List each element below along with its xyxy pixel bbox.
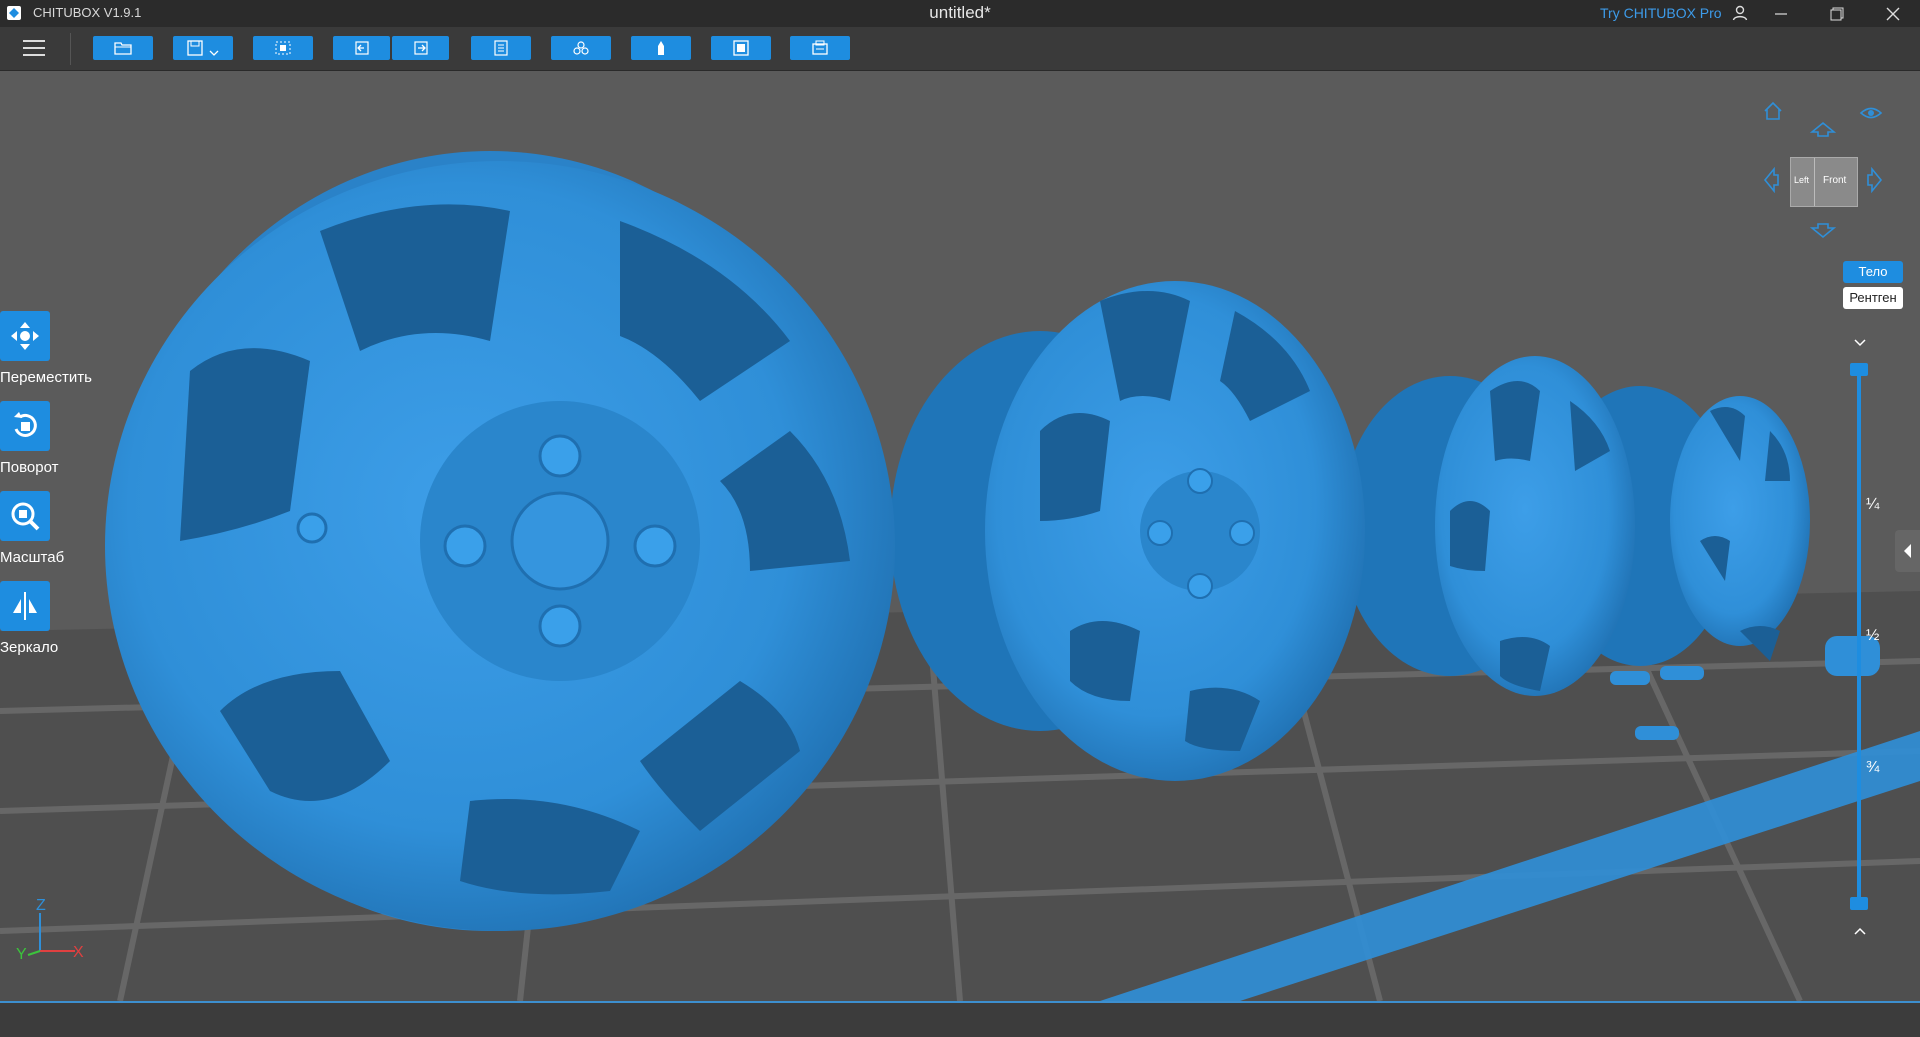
minimize-icon [1775, 12, 1787, 15]
toolbar-divider [70, 33, 71, 65]
slice-icon [733, 40, 749, 56]
layer-slider-bottom-handle[interactable] [1850, 897, 1868, 910]
rotate-tool-label: Поворот [0, 459, 59, 476]
chevron-up-icon[interactable] [1853, 926, 1867, 936]
chevron-down-icon[interactable] [1853, 338, 1867, 348]
side-panel-toggle[interactable] [1895, 530, 1920, 572]
supports-button[interactable] [551, 36, 611, 60]
move-tool-label: Переместить [0, 369, 92, 386]
3d-viewport[interactable]: Переместить Поворот Масштаб Зеркало Z X … [0, 71, 1920, 1001]
scale-tool-label: Масштаб [0, 549, 65, 566]
app-name: CHITUBOX V1.9.1 [33, 5, 142, 20]
layer-slider-track[interactable] [1857, 368, 1861, 908]
scale-tool-button[interactable] [0, 491, 50, 541]
view-cube-front[interactable]: Front [1823, 175, 1846, 186]
slider-mark-half: ½ [1866, 627, 1880, 644]
folder-open-icon [114, 42, 132, 55]
select-all-icon [275, 41, 291, 55]
view-cube-edge [1814, 158, 1815, 206]
printer-button[interactable] [790, 36, 850, 60]
layer-slider-top-handle[interactable] [1850, 363, 1868, 376]
chevron-left-icon [1904, 544, 1911, 558]
eye-icon[interactable] [1859, 103, 1883, 123]
minimize-button[interactable] [1758, 0, 1804, 27]
view-down-arrow-icon[interactable] [1810, 222, 1836, 240]
undo-icon [354, 41, 369, 55]
move-tool[interactable]: Переместить [0, 311, 92, 386]
maximize-button[interactable] [1814, 0, 1860, 27]
supports-icon [573, 41, 589, 55]
view-left-arrow-icon[interactable] [1762, 167, 1780, 193]
mirror-tool-label: Зеркало [0, 639, 59, 656]
home-view-icon[interactable] [1762, 100, 1784, 122]
printer-icon [812, 40, 828, 55]
hollow-icon [658, 41, 664, 55]
chitubox-logo-icon [7, 6, 21, 20]
mirror-tool-button[interactable] [0, 581, 50, 631]
restore-icon [1830, 7, 1844, 20]
xray-mode-button[interactable]: Рентген [1843, 287, 1903, 309]
title-bar: CHITUBOX V1.9.1 untitled* Try CHITUBOX P… [0, 0, 1920, 27]
slice-button[interactable] [711, 36, 771, 60]
mirror-tool[interactable]: Зеркало [0, 581, 80, 656]
axis-x-label: X [73, 944, 84, 961]
rotate-tool-button[interactable] [0, 401, 50, 451]
rotate-icon [14, 412, 37, 437]
save-file-button[interactable] [173, 36, 233, 60]
slider-mark-three-quarter: ¾ [1866, 759, 1880, 776]
settings-icon [494, 40, 508, 56]
view-right-arrow-icon[interactable] [1866, 167, 1884, 193]
user-icon[interactable] [1731, 4, 1749, 22]
axis-gizmo: Z X Y [16, 897, 84, 963]
open-file-button[interactable] [93, 36, 153, 60]
view-cube[interactable]: Left Front [1790, 157, 1858, 207]
hollow-button[interactable] [631, 36, 691, 60]
select-all-button[interactable] [253, 36, 313, 60]
hamburger-menu-icon[interactable] [22, 38, 46, 58]
build-plate-scene [0, 151, 1920, 1001]
axis-y-label: Y [16, 946, 27, 963]
undo-button[interactable] [333, 36, 390, 60]
redo-button[interactable] [392, 36, 449, 60]
move-icon [11, 322, 39, 350]
settings-button[interactable] [471, 36, 531, 60]
try-pro-link[interactable]: Try CHITUBOX Pro [1600, 5, 1722, 21]
scale-icon [11, 502, 40, 531]
close-button[interactable] [1870, 0, 1916, 27]
axis-z-label: Z [36, 897, 46, 914]
close-icon [1886, 7, 1900, 20]
status-bar [0, 1001, 1920, 1037]
solid-mode-button[interactable]: Тело [1843, 261, 1903, 283]
redo-icon [413, 41, 428, 55]
view-cube-left[interactable]: Left [1794, 175, 1814, 185]
move-tool-button[interactable] [0, 311, 50, 361]
chevron-down-icon [209, 50, 219, 56]
mirror-icon [13, 592, 37, 620]
save-icon [187, 40, 203, 56]
scale-tool[interactable]: Масштаб [0, 491, 80, 566]
slider-mark-quarter: ¼ [1866, 496, 1880, 513]
rotate-tool[interactable]: Поворот [0, 401, 80, 476]
view-up-arrow-icon[interactable] [1810, 120, 1836, 138]
main-toolbar [0, 27, 1920, 71]
